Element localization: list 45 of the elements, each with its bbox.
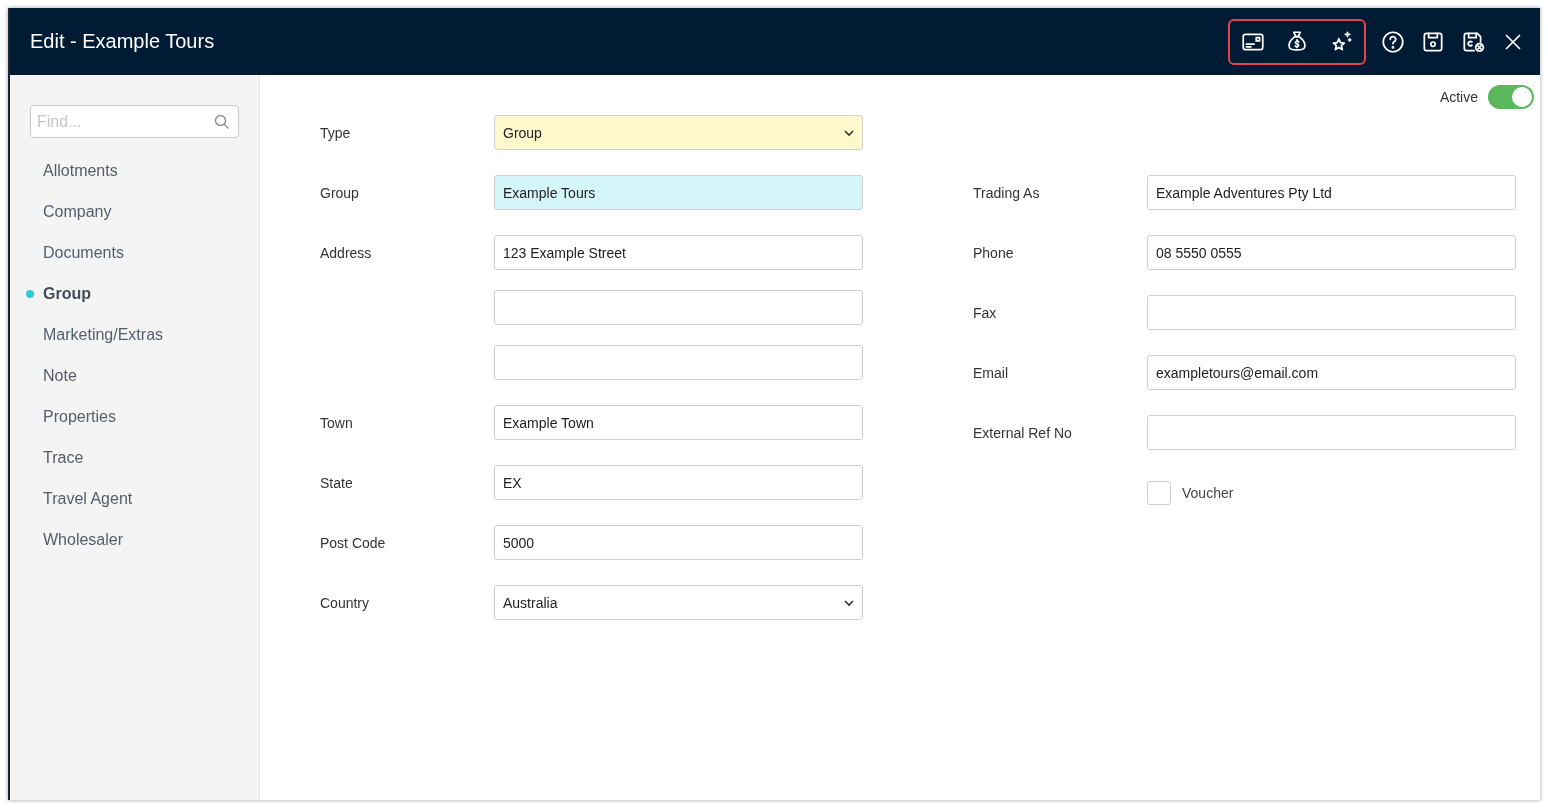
search-icon [214, 114, 230, 130]
help-icon[interactable] [1380, 28, 1406, 55]
sidebar-item[interactable]: Note [30, 355, 239, 396]
field-label: Post Code [320, 534, 387, 551]
field-label: State [320, 474, 354, 491]
input-field[interactable]: exampletours@email.com [1147, 355, 1516, 390]
input-field[interactable]: Example Town [494, 405, 863, 440]
field-label: Group [320, 184, 360, 201]
toggle-switch[interactable] [1488, 85, 1534, 109]
window-title: Edit - Example Tours [30, 30, 216, 53]
field-label: Email [973, 364, 1009, 381]
input-field[interactable]: 123 Example Street [494, 235, 863, 270]
search-field[interactable]: Find... [30, 105, 239, 138]
input-field[interactable] [494, 290, 863, 325]
field-label: Town [320, 414, 354, 431]
input-field[interactable]: Example Adventures Pty Ltd [1147, 175, 1516, 210]
sidebar-item[interactable]: Travel Agent [30, 478, 239, 519]
field-label: External Ref No [973, 424, 1073, 441]
dropdown-field[interactable]: Group [494, 115, 863, 150]
input-field[interactable]: Example Tours [494, 175, 863, 210]
sidebar-item[interactable]: Allotments [30, 150, 239, 191]
field-label: Trading As [973, 184, 1041, 201]
sidebar-item[interactable]: Trace [30, 437, 239, 478]
checkbox-label: Voucher [1182, 484, 1234, 501]
chevron-down-icon [844, 597, 854, 608]
sidebar-item[interactable]: Documents [30, 232, 239, 273]
field-label: Type [320, 124, 352, 141]
field-label: Fax [973, 304, 998, 321]
input-field[interactable] [494, 345, 863, 380]
sidebar-item[interactable]: Company [30, 191, 239, 232]
sidebar-item[interactable]: Marketing/Extras [30, 314, 239, 355]
toggle-label: Active [1439, 89, 1478, 105]
checkbox[interactable] [1147, 480, 1171, 505]
sidebar-item[interactable]: Wholesaler [30, 519, 239, 560]
field-label: Phone [973, 244, 1015, 261]
sidebar-item[interactable]: Properties [30, 396, 239, 437]
dropdown-field[interactable]: Australia [494, 585, 863, 620]
field-label: Address [320, 244, 373, 261]
input-field[interactable] [1147, 295, 1516, 330]
input-field[interactable]: 08 5550 0555 [1147, 235, 1516, 270]
chevron-down-icon [844, 127, 854, 138]
input-field[interactable]: 5000 [494, 525, 863, 560]
input-field[interactable] [1147, 415, 1516, 450]
field-label: Country [320, 594, 371, 611]
input-field[interactable]: EX [494, 465, 863, 500]
